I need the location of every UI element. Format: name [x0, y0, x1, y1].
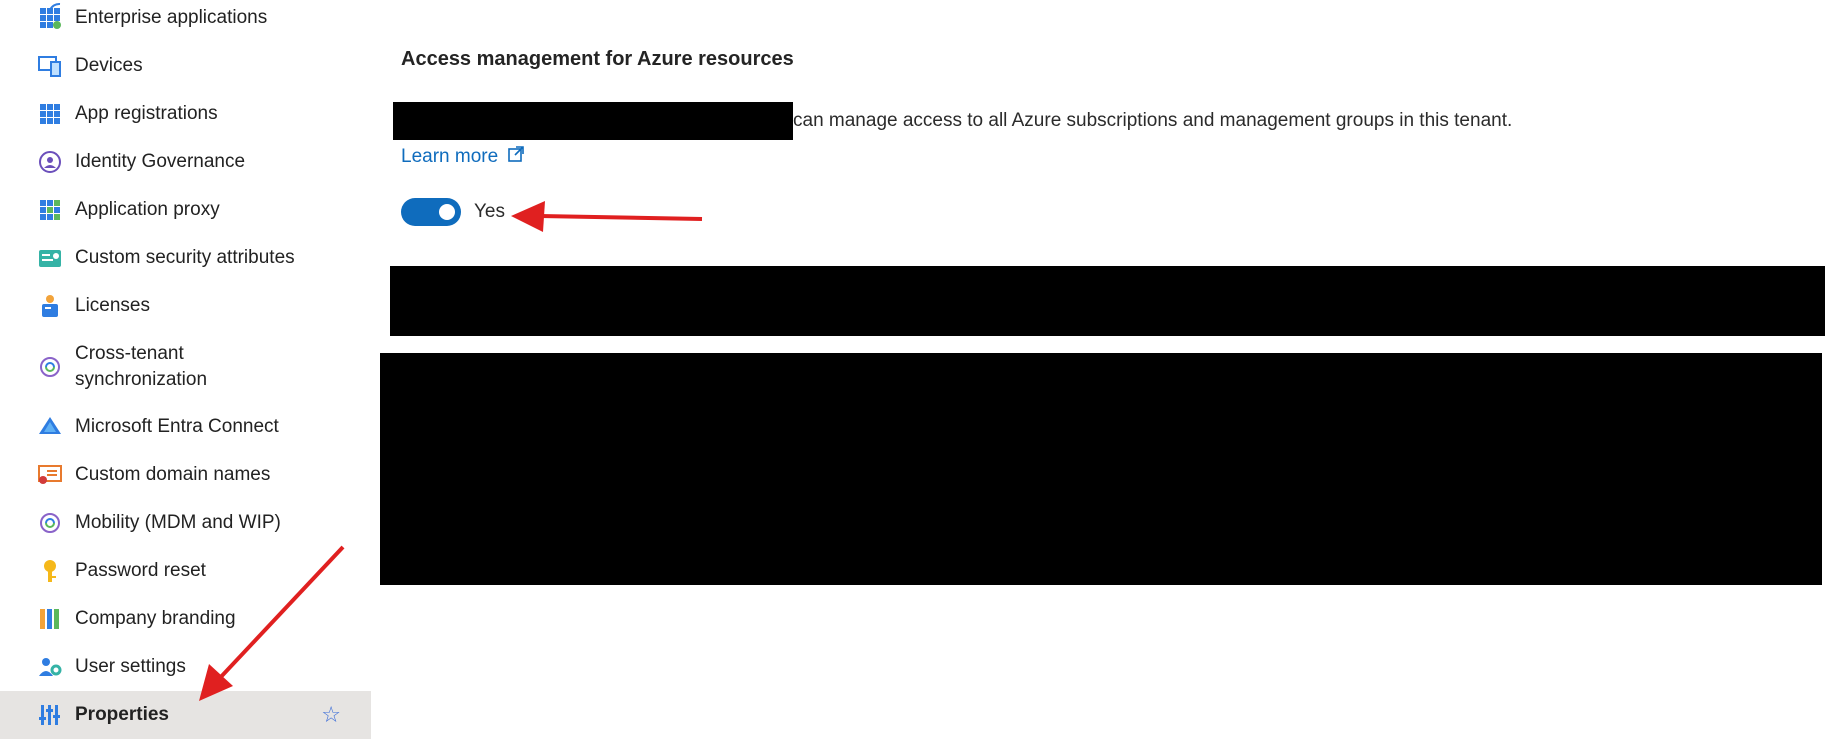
- sidebar-item-label: Microsoft Entra Connect: [75, 416, 279, 437]
- redacted-block: [380, 353, 1822, 585]
- sidebar-item-label: Devices: [75, 55, 143, 76]
- description-row: can manage access to all Azure subscript…: [393, 102, 1512, 140]
- sidebar-item-label: Mobility (MDM and WIP): [75, 512, 281, 533]
- sidebar-item-application-proxy[interactable]: Application proxy: [0, 186, 371, 234]
- mobility-icon: [38, 511, 62, 535]
- cross-tenant-sync-icon: [38, 355, 62, 379]
- favorite-star-icon[interactable]: ☆: [321, 702, 341, 728]
- devices-icon: [38, 54, 62, 78]
- learn-more-link[interactable]: Learn more: [401, 146, 524, 168]
- sidebar-item-properties[interactable]: Properties ☆: [0, 691, 371, 739]
- redacted-block: [390, 266, 1825, 336]
- sidebar-item-label: Company branding: [75, 608, 236, 629]
- sidebar-item-app-registrations[interactable]: App registrations: [0, 90, 371, 138]
- sidebar-item-label: Properties: [75, 704, 169, 725]
- company-branding-icon: [38, 607, 62, 631]
- sidebar-item-company-branding[interactable]: Company branding: [0, 595, 371, 643]
- custom-security-attributes-icon: [38, 246, 62, 270]
- sidebar-item-devices[interactable]: Devices: [0, 42, 371, 90]
- identity-governance-icon: [38, 150, 62, 174]
- sidebar-item-user-settings[interactable]: User settings: [0, 643, 371, 691]
- sidebar-item-label: Custom domain names: [75, 464, 271, 485]
- section-title: Access management for Azure resources: [401, 48, 794, 70]
- enterprise-apps-icon: [38, 6, 62, 30]
- app-registrations-icon: [38, 102, 62, 126]
- external-link-icon: [508, 146, 524, 168]
- sidebar-item-identity-governance[interactable]: Identity Governance: [0, 138, 371, 186]
- sidebar-item-password-reset[interactable]: Password reset: [0, 547, 371, 595]
- sidebar-item-cross-tenant-synchronization[interactable]: Cross-tenant synchronization: [0, 328, 371, 406]
- toggle-label: Yes: [474, 201, 505, 222]
- application-proxy-icon: [38, 198, 62, 222]
- sidebar-item-label: Password reset: [75, 560, 206, 581]
- sidebar-item-licenses[interactable]: Licenses: [0, 282, 371, 330]
- sidebar-nav: Enterprise applications Devices App regi…: [0, 0, 371, 756]
- toggle-knob: [439, 204, 455, 220]
- sidebar-item-custom-security-attributes[interactable]: Custom security attributes: [0, 234, 371, 282]
- sidebar-item-label: App registrations: [75, 103, 218, 124]
- sidebar-item-mobility[interactable]: Mobility (MDM and WIP): [0, 499, 371, 547]
- sidebar-item-label: User settings: [75, 656, 186, 677]
- access-toggle-row: Yes: [401, 198, 505, 226]
- redacted-text: [393, 102, 793, 140]
- sidebar-item-enterprise-applications[interactable]: Enterprise applications: [0, 0, 371, 42]
- entra-connect-icon: [38, 415, 62, 439]
- sidebar-item-label: Enterprise applications: [75, 7, 268, 28]
- user-settings-icon: [38, 655, 62, 679]
- learn-more-label: Learn more: [401, 146, 499, 167]
- sidebar-item-label: Cross-tenant synchronization: [75, 343, 208, 390]
- custom-domain-icon: [38, 463, 62, 487]
- access-toggle-switch[interactable]: [401, 198, 461, 226]
- licenses-icon: [38, 294, 62, 318]
- key-icon: [38, 559, 62, 583]
- sidebar-item-microsoft-entra-connect[interactable]: Microsoft Entra Connect: [0, 403, 371, 451]
- sidebar-item-label: Licenses: [75, 295, 150, 316]
- sidebar-item-label: Application proxy: [75, 199, 220, 220]
- properties-icon: [38, 703, 62, 727]
- sidebar-item-custom-domain-names[interactable]: Custom domain names: [0, 451, 371, 499]
- sidebar-item-label: Identity Governance: [75, 151, 246, 172]
- description-text: can manage access to all Azure subscript…: [793, 110, 1513, 131]
- sidebar-item-label: Custom security attributes: [75, 247, 295, 268]
